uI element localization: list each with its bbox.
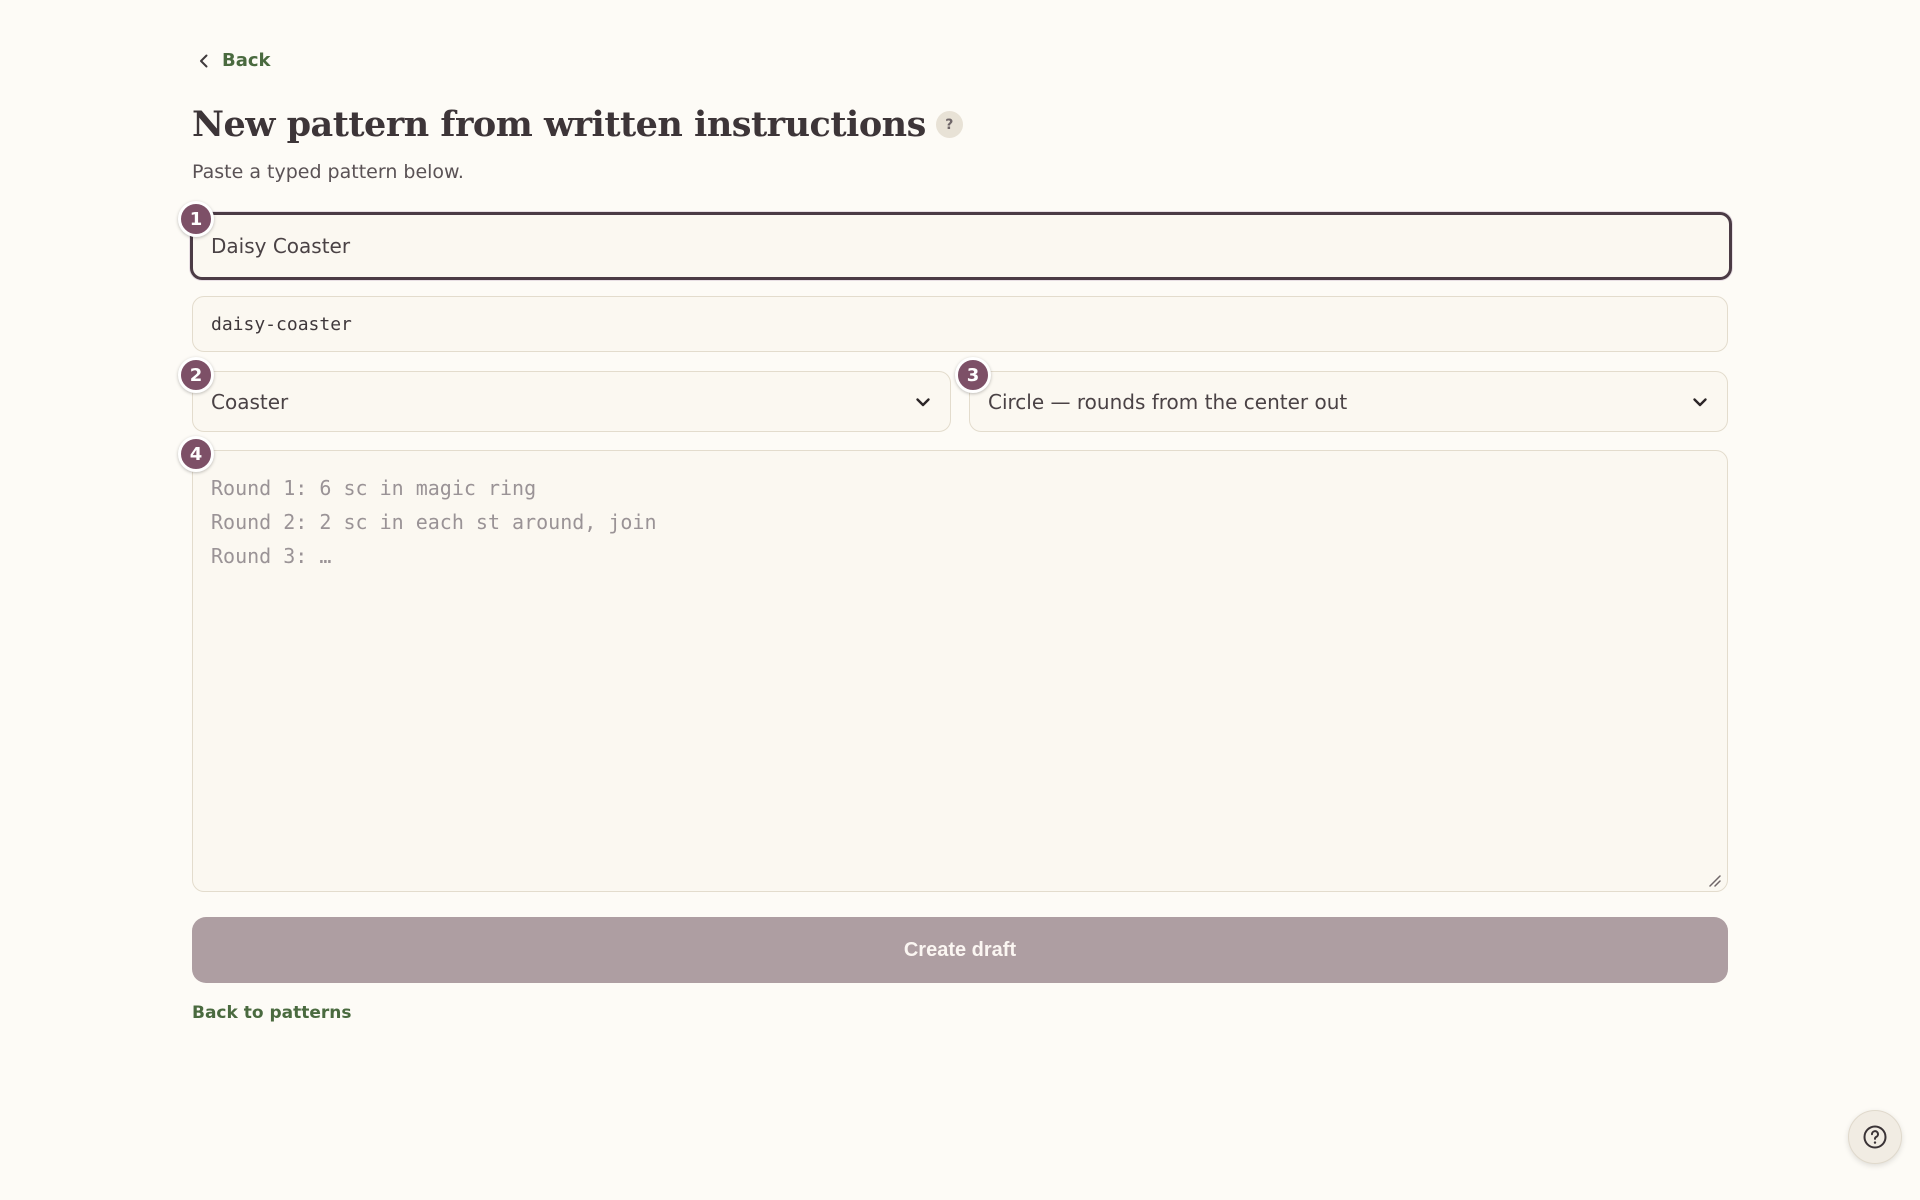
placeholder-line-3: Round 3: …	[211, 544, 332, 568]
pattern-name-input[interactable]: Daisy Coaster	[190, 212, 1732, 280]
title-row: New pattern from written instructions ?	[192, 104, 963, 145]
step-badge-4: 4	[178, 436, 214, 472]
back-link-label: Back	[222, 50, 271, 71]
resize-handle-icon[interactable]	[1707, 873, 1721, 887]
back-link[interactable]: Back	[196, 50, 271, 71]
placeholder-line-1: Round 1: 6 sc in magic ring	[211, 476, 537, 500]
title-help-icon[interactable]: ?	[935, 111, 963, 138]
create-draft-button[interactable]: Create draft	[192, 917, 1728, 983]
step-badge-1: 1	[178, 201, 214, 237]
question-circle-icon	[1863, 1125, 1887, 1149]
pattern-shape-value: Circle — rounds from the center out	[988, 389, 1348, 414]
pattern-slug-value: daisy-coaster	[211, 313, 352, 335]
pattern-slug-input[interactable]: daisy-coaster	[192, 296, 1728, 352]
page: Back New pattern from written instructio…	[0, 0, 1920, 1200]
page-subtitle: Paste a typed pattern below.	[192, 161, 464, 183]
page-title: New pattern from written instructions	[192, 104, 926, 145]
step-badge-3: 3	[955, 357, 991, 393]
instructions-textarea[interactable]: Round 1: 6 sc in magic ring Round 2: 2 s…	[192, 450, 1728, 892]
step-badge-2: 2	[178, 357, 214, 393]
pattern-type-select[interactable]: Coaster	[192, 371, 951, 432]
pattern-name-value: Daisy Coaster	[211, 234, 351, 258]
pattern-shape-select[interactable]: Circle — rounds from the center out	[969, 371, 1728, 432]
chevron-down-icon	[916, 397, 930, 406]
chevron-down-icon	[1693, 397, 1707, 406]
placeholder-line-2: Round 2: 2 sc in each st around, join	[211, 510, 657, 534]
pattern-type-value: Coaster	[211, 389, 289, 414]
floating-help-button[interactable]	[1848, 1110, 1902, 1164]
chevron-left-icon	[200, 54, 208, 67]
back-to-patterns-link[interactable]: Back to patterns	[192, 1003, 351, 1023]
